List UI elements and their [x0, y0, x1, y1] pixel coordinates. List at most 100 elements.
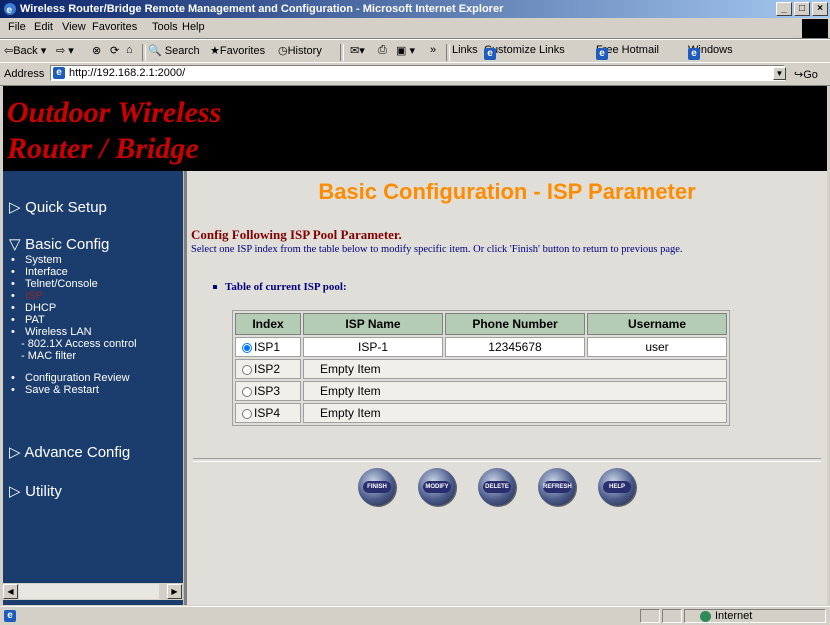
ie-page-icon: e	[596, 48, 608, 60]
back-button[interactable]: ⇦Back ▾	[4, 44, 46, 57]
close-button[interactable]: ×	[812, 2, 828, 16]
sidebar-item-config-review[interactable]: • Configuration Review	[11, 372, 130, 384]
customize-links-link[interactable]: e Customize Links	[484, 44, 565, 60]
sidebar-item-label: Telnet/Console	[25, 278, 98, 290]
mail-icon[interactable]: ✉▾	[350, 44, 365, 57]
refresh-icon[interactable]: ⟳	[110, 44, 119, 57]
go-label: Go	[803, 69, 818, 81]
delete-button[interactable]: DELETE	[478, 468, 516, 506]
isp2-radio[interactable]	[242, 364, 252, 375]
sidebar-quick-setup[interactable]: ▷ Quick Setup	[9, 198, 107, 216]
forward-button[interactable]: ⇨ ▾	[56, 44, 74, 57]
windows-link[interactable]: e Windows	[688, 44, 733, 60]
banner-line1: Outdoor Wireless	[7, 96, 222, 129]
ie-page-icon: e	[484, 48, 496, 60]
isp3-radio[interactable]	[242, 386, 252, 397]
ie-page-icon: e	[53, 67, 65, 79]
sidebar-item-mac-filter[interactable]: - MAC filter	[21, 350, 76, 362]
maximize-button[interactable]: □	[794, 2, 810, 16]
table-row[interactable]: ISP3 Empty Item	[235, 381, 727, 401]
sidebar-item-system[interactable]: • System	[11, 254, 62, 266]
go-arrow-icon: ↪	[794, 69, 804, 81]
col-phone: Phone Number	[445, 313, 585, 335]
menu-file[interactable]: File	[8, 21, 26, 33]
menu-favorites[interactable]: Favorites	[92, 21, 137, 33]
sidebar-quick-setup-label: Quick Setup	[25, 199, 107, 216]
menu-bar: File Edit View Favorites Tools Help	[0, 18, 830, 39]
windows-logo-icon	[802, 19, 828, 38]
scroll-left-icon[interactable]: ◀	[3, 584, 18, 599]
banner-line2: Router / Bridge	[7, 132, 199, 165]
title-bar: e Wireless Router/Bridge Remote Manageme…	[0, 0, 830, 18]
sidebar-horizontal-scrollbar[interactable]: ◀ ▶	[3, 583, 183, 600]
index-cell[interactable]: ISP3	[235, 381, 301, 401]
index-cell[interactable]: ISP1	[235, 337, 301, 357]
scroll-right-icon[interactable]: ▶	[167, 584, 182, 599]
history-button[interactable]: ◷History	[278, 44, 322, 57]
sidebar-item-8021x[interactable]: - 802.1X Access control	[21, 338, 137, 350]
toolbar-chevron[interactable]: »	[430, 44, 436, 56]
help-button[interactable]: HELP	[598, 468, 636, 506]
ie-page-icon: e	[688, 48, 700, 60]
sidebar-item-label: Wireless LAN	[25, 326, 92, 338]
status-pane	[662, 609, 682, 623]
stop-icon[interactable]: ⊗	[92, 44, 101, 57]
svg-text:e: e	[7, 5, 13, 16]
phone-cell: 12345678	[445, 337, 585, 357]
address-input[interactable]: e http://192.168.2.1:2000/	[50, 65, 785, 81]
section-heading: Config Following ISP Pool Parameter.	[191, 227, 402, 242]
sidebar-item-label: DHCP	[25, 302, 57, 314]
table-row[interactable]: ISP1 ISP-1 12345678 user	[235, 337, 727, 357]
index-cell[interactable]: ISP4	[235, 403, 301, 423]
search-button[interactable]: 🔍 Search	[148, 44, 200, 57]
menu-help[interactable]: Help	[182, 21, 205, 33]
sidebar-item-isp[interactable]: • ISP	[11, 290, 43, 302]
sidebar-item-dhcp[interactable]: • DHCP	[11, 302, 56, 314]
sidebar-item-telnet[interactable]: • Telnet/Console	[11, 278, 98, 290]
sidebar-item-wireless-lan[interactable]: • Wireless LAN	[11, 326, 92, 338]
page-status-icon: e	[4, 610, 16, 622]
index-cell[interactable]: ISP2	[235, 359, 301, 379]
window-title: Wireless Router/Bridge Remote Management…	[20, 3, 504, 15]
delete-label: DELETE	[483, 481, 511, 493]
modify-button[interactable]: MODIFY	[418, 468, 456, 506]
isp4-radio[interactable]	[242, 408, 252, 419]
toolbar-separator	[446, 44, 450, 61]
print-icon[interactable]: ⎙	[378, 44, 387, 57]
sidebar-item-interface[interactable]: • Interface	[11, 266, 68, 278]
instructions: Select one ISP index from the table belo…	[191, 244, 683, 255]
sidebar-utility[interactable]: ▷ Utility	[9, 482, 62, 500]
scroll-thumb[interactable]	[19, 584, 159, 599]
sidebar-item-save-restart[interactable]: • Save & Restart	[11, 384, 99, 396]
isp1-radio[interactable]	[242, 342, 252, 353]
menu-tools[interactable]: Tools	[152, 21, 178, 33]
table-row[interactable]: ISP4 Empty Item	[235, 403, 727, 423]
edit-icon[interactable]: ▣ ▾	[396, 44, 415, 57]
history-icon: ◷	[278, 45, 288, 57]
refresh-button[interactable]: REFRESH	[538, 468, 576, 506]
finish-button[interactable]: FINISH	[358, 468, 396, 506]
favorites-button[interactable]: ★Favorites	[210, 44, 265, 57]
sidebar-item-label: Interface	[25, 266, 68, 278]
help-label: HELP	[603, 481, 631, 493]
table-row[interactable]: ISP2 Empty Item	[235, 359, 727, 379]
menu-edit[interactable]: Edit	[34, 21, 53, 33]
sidebar-basic-config[interactable]: ▽ Basic Config	[9, 235, 109, 253]
go-button[interactable]: ↪Go	[794, 68, 818, 81]
sidebar-advance-config[interactable]: ▷ Advance Config	[9, 443, 130, 461]
sidebar-item-pat[interactable]: • PAT	[11, 314, 45, 326]
browser-window: e Wireless Router/Bridge Remote Manageme…	[0, 0, 830, 624]
banner: Outdoor Wireless Router / Bridge	[3, 86, 827, 171]
home-icon[interactable]: ⌂	[126, 44, 133, 56]
page-title: Basic Configuration - ISP Parameter	[318, 179, 696, 204]
minimize-button[interactable]: _	[776, 2, 792, 16]
sidebar: ▷ Quick Setup ▽ Basic Config • System • In…	[3, 171, 183, 605]
address-dropdown-icon[interactable]: ▼	[773, 67, 786, 80]
menu-view[interactable]: View	[62, 21, 86, 33]
col-isp-name: ISP Name	[303, 313, 443, 335]
favorites-label: Favorites	[219, 45, 266, 57]
empty-item-cell: Empty Item	[303, 381, 727, 401]
status-bar: e Internet	[0, 606, 830, 625]
sidebar-advance-config-label: Advance Config	[24, 444, 131, 461]
free-hotmail-link[interactable]: e Free Hotmail	[596, 44, 659, 60]
